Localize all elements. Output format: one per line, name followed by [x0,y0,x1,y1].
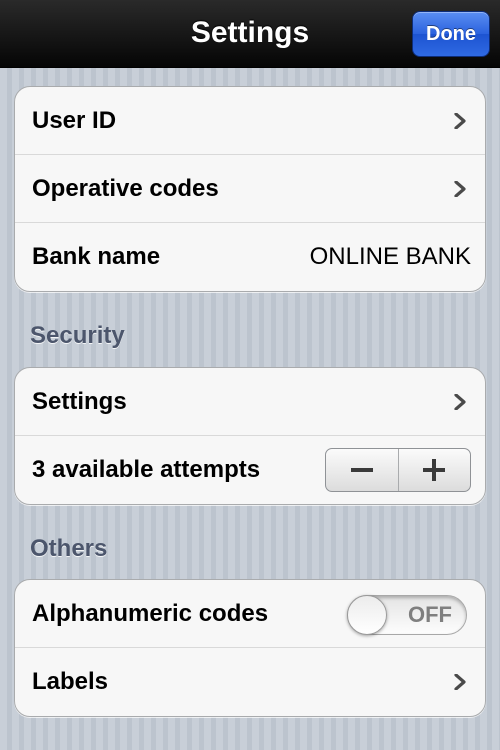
user-id-label: User ID [32,107,117,134]
others-section-header: Others [30,535,108,562]
attempts-label: 3 available attempts [32,456,261,483]
attempts-row: 3 available attempts [15,436,485,504]
security-group: Settings 3 available attempts [14,367,486,505]
done-button[interactable]: Done [412,11,490,57]
decrement-button[interactable] [326,449,399,491]
chevron-right-icon [454,394,466,410]
alphanumeric-codes-row: Alphanumeric codes OFF [15,580,485,648]
bank-name-row: Bank name ONLINE BANK [15,223,485,291]
chevron-right-icon [454,674,466,690]
operative-codes-row[interactable]: Operative codes [15,155,485,223]
toggle-knob [347,595,387,635]
plus-icon [423,459,446,481]
security-section-header: Security [30,322,125,349]
increment-button[interactable] [399,449,471,491]
security-settings-label: Settings [32,388,127,415]
operative-codes-label: Operative codes [32,175,219,202]
navigation-bar: Settings Done [0,0,500,68]
account-group: User ID Operative codes Bank name ONLINE… [14,86,486,292]
bank-name-value: ONLINE BANK [309,243,471,270]
chevron-right-icon [454,181,466,197]
bank-name-label: Bank name [32,243,161,270]
labels-label: Labels [32,668,109,695]
toggle-state-label: OFF [408,602,452,627]
attempts-stepper [325,448,471,492]
alphanumeric-codes-toggle[interactable]: OFF [347,595,467,635]
security-settings-row[interactable]: Settings [15,368,485,436]
labels-row[interactable]: Labels [15,648,485,716]
user-id-row[interactable]: User ID [15,87,485,155]
minus-icon [350,468,373,472]
chevron-right-icon [454,113,466,129]
alphanumeric-codes-label: Alphanumeric codes [32,600,269,627]
others-group: Alphanumeric codes OFF Labels [14,579,486,717]
